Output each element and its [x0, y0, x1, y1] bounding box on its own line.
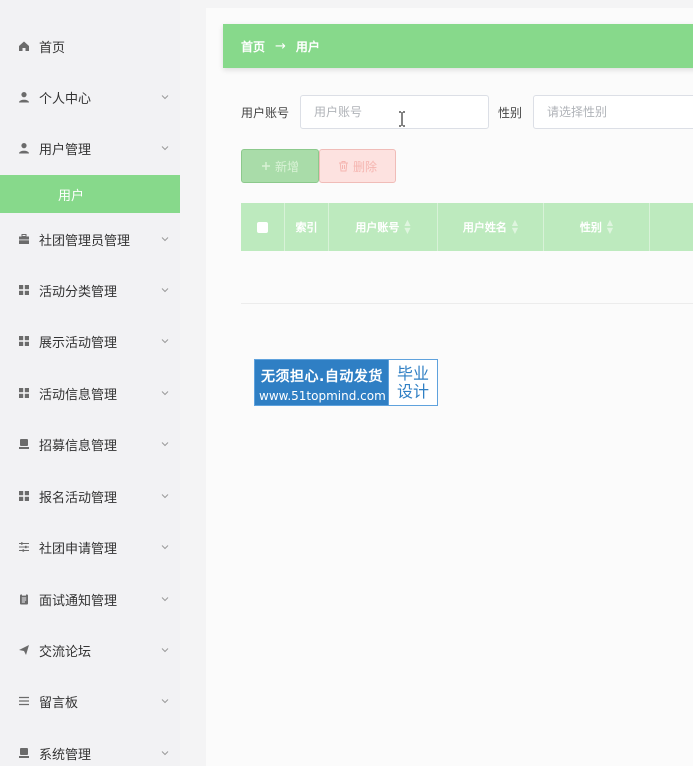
sidebar-item-9[interactable]: 社团申请管理: [0, 527, 180, 567]
sort-icon: ▲ ▼: [511, 218, 519, 235]
home-icon: [17, 39, 31, 53]
breadcrumb-current: 用户: [295, 39, 320, 54]
sidebar-item-6[interactable]: 活动信息管理: [0, 373, 180, 413]
sidebar-item-label: 报名活动管理: [39, 490, 118, 506]
table-header-account[interactable]: 用户账号 ▲ ▼: [329, 203, 438, 251]
sliders-icon: [17, 540, 31, 554]
sidebar-item-label: 面试通知管理: [39, 593, 118, 609]
gender-select[interactable]: 请选择性别: [533, 95, 693, 129]
gender-label: 性别: [498, 106, 523, 120]
delete-button-label: 删除: [352, 159, 377, 174]
account-input-placeholder: 用户账号: [314, 105, 363, 119]
sidebar-item-4[interactable]: 活动分类管理: [0, 270, 180, 310]
chevron-down-icon: [160, 695, 170, 705]
sidebar-item-label: 个人中心: [39, 91, 92, 107]
list-icon: [17, 694, 31, 708]
grid-icon: [17, 334, 31, 348]
column-gender-label: 性别: [579, 221, 602, 234]
send-icon: [17, 643, 31, 657]
add-button-label: 新增: [274, 159, 299, 174]
sidebar-item-3[interactable]: 社团管理员管理: [0, 219, 180, 259]
delete-button[interactable]: 删除: [319, 149, 396, 183]
gender-select-placeholder: 请选择性别: [547, 105, 608, 119]
stamp-icon: [17, 437, 31, 451]
sidebar-item-8[interactable]: 报名活动管理: [0, 476, 180, 516]
watermark-box-line2: 设计: [396, 381, 429, 401]
table-header-age[interactable]: 年: [650, 203, 693, 251]
watermark-box-line1: 毕业: [396, 363, 429, 383]
breadcrumb: 首页 → 用户: [223, 24, 693, 68]
table-header: 索引 用户账号 ▲▼ 用户姓名 ▲▼ 性别 ▲▼ 年: [241, 203, 693, 251]
sidebar-item-label: 用户管理: [39, 142, 92, 158]
user-icon: [17, 141, 31, 155]
chevron-down-icon: [160, 91, 170, 101]
sidebar-item-12[interactable]: 留言板: [0, 681, 180, 721]
sidebar-item-label: 首页: [39, 40, 66, 56]
user-icon: [17, 90, 31, 104]
watermark-line1: 无须担心.自动发货: [261, 369, 383, 385]
grid-icon: [17, 386, 31, 400]
sidebar-item-label: 招募信息管理: [39, 438, 118, 454]
sort-icon: ▲ ▼: [404, 218, 411, 235]
sidebar-item-label: 系统管理: [39, 747, 92, 763]
table-header-select: [241, 203, 285, 251]
chevron-down-icon: [160, 541, 170, 551]
chevron-down-icon: [160, 284, 170, 294]
column-account-label: 用户账号: [355, 221, 400, 234]
sidebar-subitem-label: 用户: [58, 188, 85, 204]
chevron-down-icon: [160, 142, 170, 152]
chevron-down-icon: [160, 233, 170, 243]
grid-icon: [17, 489, 31, 503]
breadcrumb-home-link[interactable]: 首页: [241, 38, 265, 55]
sidebar-item-7[interactable]: 招募信息管理: [0, 424, 180, 464]
app-root: 首页个人中心用户管理社团管理员管理 活动分类管理 展示活动管理 活动信息管理 招募信息管…: [0, 0, 693, 766]
select-all-checkbox[interactable]: [257, 221, 268, 233]
chevron-down-icon: [160, 747, 170, 757]
chevron-down-icon: [160, 593, 170, 603]
sidebar: 首页个人中心用户管理社团管理员管理 活动分类管理 展示活动管理 活动信息管理 招募信息管…: [0, 0, 180, 766]
column-name-label: 用户姓名: [462, 221, 507, 234]
table-divider: [241, 303, 693, 304]
add-button[interactable]: 新增: [241, 149, 319, 183]
sidebar-item-label: 展示活动管理: [39, 335, 118, 351]
briefcase-icon: [17, 232, 31, 246]
table-header-gender[interactable]: 性别 ▲ ▼: [544, 203, 650, 251]
sidebar-item-10[interactable]: 面试通知管理: [0, 579, 180, 619]
stamp-icon: [17, 746, 31, 760]
sidebar-gutter: [180, 0, 206, 766]
table-header-index: 索引: [285, 203, 329, 251]
breadcrumb-separator: →: [275, 38, 286, 54]
sidebar-item-label: 社团管理员管理: [39, 233, 131, 249]
sort-icon: ▲ ▼: [606, 218, 614, 235]
sidebar-item-label: 活动分类管理: [39, 284, 118, 300]
sidebar-item-label: 活动信息管理: [39, 387, 118, 403]
sidebar-item-0[interactable]: 首页: [0, 26, 180, 66]
chevron-down-icon: [160, 490, 170, 500]
clipboard-icon: [17, 592, 31, 606]
chevron-down-icon: [160, 644, 170, 654]
watermark-url: www.51topmind.com: [259, 389, 386, 403]
sidebar-item-5[interactable]: 展示活动管理: [0, 321, 180, 361]
trash-icon: [338, 160, 349, 172]
sidebar-item-label: 社团申请管理: [39, 541, 118, 557]
sidebar-item-13[interactable]: 系统管理: [0, 733, 180, 766]
chevron-down-icon: [160, 335, 170, 345]
sidebar-subitem-user[interactable]: 用户: [0, 175, 180, 213]
plus-icon: [261, 161, 271, 171]
table-header-name[interactable]: 用户姓名 ▲ ▼: [438, 203, 544, 251]
sidebar-item-2[interactable]: 用户管理: [0, 128, 180, 168]
sidebar-item-1[interactable]: 个人中心: [0, 77, 180, 117]
watermark-banner: 无须担心.自动发货 www.51topmind.com 毕业 设计: [254, 359, 438, 406]
chevron-down-icon: [160, 387, 170, 397]
watermark-box: 毕业 设计: [388, 360, 437, 405]
account-label: 用户账号: [241, 106, 290, 120]
grid-icon: [17, 283, 31, 297]
text-cursor-icon: [399, 111, 405, 127]
sidebar-item-11[interactable]: 交流论坛: [0, 630, 180, 670]
chevron-down-icon: [160, 438, 170, 448]
sidebar-item-label: 交流论坛: [39, 644, 92, 660]
account-input[interactable]: 用户账号: [300, 95, 489, 129]
sidebar-item-label: 留言板: [39, 695, 79, 711]
column-index-label: 索引: [295, 221, 318, 234]
